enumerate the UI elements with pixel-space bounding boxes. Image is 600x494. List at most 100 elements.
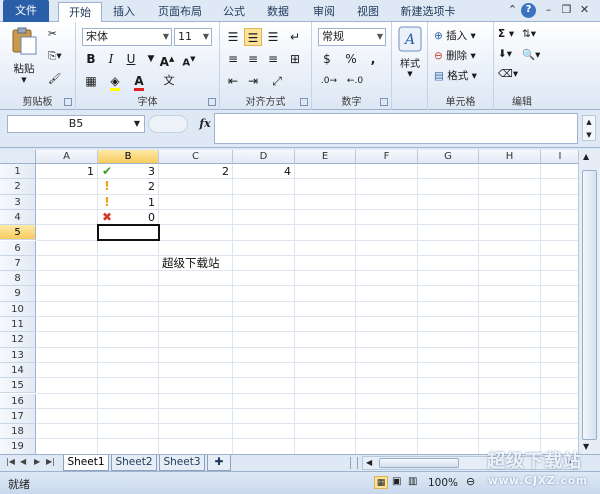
tab-new-tab[interactable]: 新建选项卡 (394, 2, 462, 22)
autosum-button[interactable]: Σ ▾ (498, 28, 514, 40)
prev-sheet-icon[interactable]: ◀ (20, 457, 30, 466)
sheet-tab-sheet1[interactable]: Sheet1 (63, 455, 109, 471)
phonetic-icon[interactable]: 文 (160, 72, 178, 90)
row-header-15[interactable]: 15 (0, 378, 36, 394)
tab-split-handle[interactable] (350, 457, 358, 469)
merge-center-icon[interactable]: ⊞ (286, 50, 304, 68)
row-header-17[interactable]: 17 (0, 408, 36, 425)
comma-button[interactable]: , (364, 50, 382, 68)
row-header-10[interactable]: 10 (0, 301, 36, 317)
row-header-4[interactable]: 4 (0, 209, 36, 226)
minimize-icon[interactable]: – (541, 3, 556, 18)
currency-icon[interactable]: $ (318, 50, 336, 68)
zoom-level[interactable]: 100% (428, 477, 458, 489)
copy-icon[interactable]: ⎘▾ (48, 50, 62, 63)
align-top-icon[interactable]: ☰ (224, 28, 242, 46)
column-header-h[interactable]: H (479, 150, 541, 164)
column-header-d[interactable]: D (233, 150, 295, 164)
sheet-tab-sheet3[interactable]: Sheet3 (159, 455, 205, 471)
align-middle-icon[interactable]: ☰ (244, 28, 262, 46)
tab-view[interactable]: 视图 (350, 2, 386, 22)
insert-function-icon[interactable]: fx (195, 115, 215, 133)
formula-bar-splitter[interactable] (148, 115, 188, 133)
tab-file[interactable]: 文件 (3, 0, 49, 22)
cell-c7[interactable]: 超级下载站 (162, 256, 220, 271)
column-header-a[interactable]: A (36, 150, 98, 164)
grow-font-icon[interactable]: A▲ (158, 50, 176, 69)
row-header-13[interactable]: 13 (0, 347, 36, 363)
increase-decimal-icon[interactable]: .0→ (320, 72, 338, 90)
font-color-icon[interactable]: A (130, 72, 148, 91)
dialog-launcher-icon[interactable] (380, 98, 388, 106)
tab-data[interactable]: 数据 (260, 2, 296, 22)
column-header-i[interactable]: I (541, 150, 580, 164)
align-left-icon[interactable]: ≡ (224, 50, 242, 68)
sheet-tab-sheet2[interactable]: Sheet2 (111, 455, 157, 471)
page-layout-view-icon[interactable]: ▣ (392, 476, 401, 487)
cut-icon[interactable]: ✂ (48, 28, 57, 40)
format-button[interactable]: ▤ 格式 ▾ (434, 68, 477, 83)
percent-button[interactable]: % (342, 50, 360, 68)
scroll-left-icon[interactable]: ◀ (366, 458, 372, 467)
worksheet-grid[interactable]: A B C D E F G H I 1 2 3 4 5 6 7 8 9 10 11 12 13 14 15 16 17 18 19 1 3… (0, 150, 600, 454)
scroll-thumb[interactable] (582, 170, 597, 440)
tab-insert[interactable]: 插入 (106, 2, 142, 22)
column-header-b[interactable]: B (98, 150, 159, 164)
close-icon[interactable]: ✕ (577, 3, 592, 18)
last-sheet-icon[interactable]: ▶| (46, 457, 56, 466)
tab-page-layout[interactable]: 页面布局 (152, 2, 208, 22)
decrease-indent-icon[interactable]: ⇤ (224, 72, 242, 90)
dialog-launcher-icon[interactable] (64, 98, 72, 106)
align-right-icon[interactable]: ≡ (264, 50, 282, 68)
first-sheet-icon[interactable]: |◀ (6, 457, 16, 466)
orientation-icon[interactable]: ⤢ (268, 72, 286, 90)
font-size-combo[interactable]: 11 ▼ (174, 28, 212, 46)
tab-formulas[interactable]: 公式 (216, 2, 252, 22)
formula-input[interactable] (214, 113, 578, 144)
number-format-combo[interactable]: 常规 ▼ (318, 28, 386, 46)
minimize-ribbon-icon[interactable]: ⌃ (505, 3, 520, 18)
row-header-9[interactable]: 9 (0, 286, 36, 302)
row-header-18[interactable]: 18 (0, 424, 36, 440)
row-header-3[interactable]: 3 (0, 194, 36, 210)
format-painter-icon[interactable]: 🖌 (48, 72, 61, 85)
cell-d1[interactable]: 4 (233, 164, 295, 179)
row-header-19[interactable]: 19 (0, 439, 36, 454)
column-header-e[interactable]: E (295, 150, 356, 164)
restore-icon[interactable]: ❐ (559, 3, 574, 18)
column-header-f[interactable]: F (356, 150, 418, 164)
help-icon[interactable]: ? (521, 3, 536, 18)
scroll-up-icon[interactable]: ▲ (583, 152, 589, 161)
find-select-icon[interactable]: 🔍▾ (522, 48, 540, 61)
tab-review[interactable]: 审阅 (306, 2, 342, 22)
tab-home[interactable]: 开始 (58, 2, 102, 23)
column-header-c[interactable]: C (159, 150, 233, 164)
zoom-out-icon[interactable]: ⊖ (466, 475, 475, 488)
page-break-view-icon[interactable]: ▥ (408, 476, 417, 487)
row-header-2[interactable]: 2 (0, 179, 36, 195)
dialog-launcher-icon[interactable] (300, 98, 308, 106)
dialog-launcher-icon[interactable] (208, 98, 216, 106)
row-header-11[interactable]: 11 (0, 317, 36, 333)
clear-icon[interactable]: ⌫▾ (498, 68, 518, 80)
row-header-6[interactable]: 6 (0, 240, 36, 256)
row-header-16[interactable]: 16 (0, 393, 36, 409)
bold-button[interactable]: B (82, 50, 100, 68)
fill-color-icon[interactable]: ◈ (106, 72, 124, 91)
insert-button[interactable]: ⊕ 插入 ▾ (434, 28, 476, 43)
align-center-icon[interactable]: ≡ (244, 50, 262, 68)
increase-indent-icon[interactable]: ⇥ (244, 72, 262, 90)
name-box[interactable]: B5 ▼ (7, 115, 145, 133)
row-header-12[interactable]: 12 (0, 332, 36, 348)
column-header-g[interactable]: G (418, 150, 479, 164)
cell-a1[interactable]: 1 (36, 164, 98, 179)
row-header-1[interactable]: 1 (0, 164, 36, 180)
cell-c1[interactable]: 2 (159, 164, 233, 179)
row-header-8[interactable]: 8 (0, 271, 36, 287)
row-header-5[interactable]: 5 (0, 225, 36, 241)
row-header-14[interactable]: 14 (0, 362, 36, 379)
next-sheet-icon[interactable]: ▶ (34, 457, 44, 466)
active-cell-b5[interactable] (97, 224, 160, 242)
decrease-decimal-icon[interactable]: ←.0 (346, 72, 364, 90)
font-name-combo[interactable]: 宋体 ▼ (82, 28, 172, 46)
